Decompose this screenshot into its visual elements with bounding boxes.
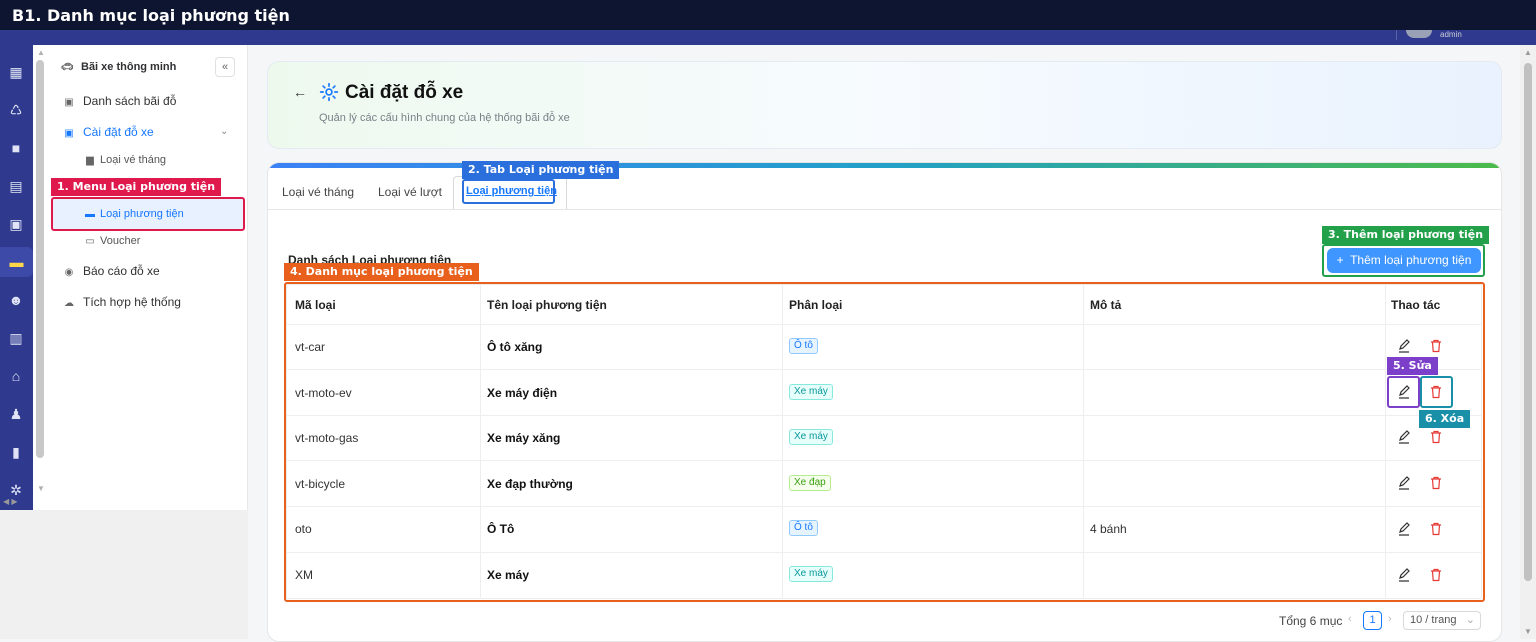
scroll-down-icon[interactable]: ▼: [1524, 627, 1532, 636]
annotation-box-tab: [462, 179, 555, 204]
annotation-box-table: [284, 282, 1485, 602]
icon-rail: ▦ ♺ ■ ▤ ▣ ▬ ☻ ▥ ⌂ ♟ ▮ ✲: [0, 45, 33, 510]
tab-divider: [268, 209, 1501, 210]
ticket-icon: ▭: [85, 236, 95, 247]
parking-icon: ▣: [64, 97, 74, 108]
annotation-box-menu: [51, 197, 245, 231]
chevron-left-icon[interactable]: ‹: [1348, 613, 1352, 625]
scroll-up-icon[interactable]: ▲: [37, 48, 45, 57]
city-icon[interactable]: ▥: [7, 329, 25, 347]
bar-chart-icon[interactable]: ▮: [7, 443, 25, 461]
chat-icon[interactable]: ■: [7, 139, 25, 157]
annotation-label-delete: 6. Xóa: [1419, 410, 1471, 428]
annotation-label-table: 4. Danh mục loại phương tiện: [284, 263, 479, 281]
cloud-icon: ☁︎: [64, 298, 74, 309]
calculator-icon[interactable]: ▤: [7, 177, 25, 195]
parking-icon: ▣: [64, 128, 74, 139]
header-divider: [1396, 30, 1397, 40]
recycle-icon[interactable]: ♺: [7, 101, 25, 119]
sidebar-scrollbar[interactable]: [36, 60, 44, 458]
back-arrow-icon[interactable]: ←: [293, 84, 307, 100]
sidebar-item-danh-sach[interactable]: ▣ Danh sách bãi đỗ: [63, 94, 176, 108]
page-title: Cài đặt đỗ xe: [345, 82, 464, 103]
gear-icon: [319, 82, 339, 102]
sidebar-item-cai-dat[interactable]: ▣ Cài đặt đỗ xe: [63, 125, 153, 139]
sidebar-item-loai-ve-thang[interactable]: ▆ Loại vé tháng: [84, 154, 166, 166]
scroll-up-icon[interactable]: ▲: [1524, 48, 1532, 57]
annotation-box-edit: [1387, 376, 1420, 408]
annotation-box-delete: [1420, 376, 1453, 408]
page-size-select[interactable]: 10 / trang ⌄: [1403, 611, 1481, 630]
car-icon[interactable]: ▬: [0, 247, 33, 277]
user-name[interactable]: admin: [1440, 30, 1462, 39]
sidebar-item-bai-xe[interactable]: 🚗︎ Bãi xe thông minh: [61, 61, 176, 73]
chevron-down-icon: ⌄: [1465, 614, 1475, 626]
scroll-down-icon[interactable]: ▼: [37, 484, 45, 493]
calendar-icon: ▆: [86, 155, 94, 166]
building-icon[interactable]: ▦: [7, 63, 25, 81]
window-titlebar: B1. Danh mục loại phương tiện: [0, 0, 1536, 30]
briefcase-icon[interactable]: ▣: [7, 215, 25, 233]
annotation-label-add: 3. Thêm loại phương tiện: [1322, 226, 1490, 244]
app-header: admin: [0, 30, 1536, 45]
tab-loai-ve-thang[interactable]: Loại vé tháng: [282, 185, 354, 199]
page-subtitle: Quản lý các cấu hình chung của hệ thống …: [319, 112, 570, 124]
user-icon[interactable]: ♟: [7, 405, 25, 423]
empty-area: [0, 510, 248, 639]
annotation-label-menu: 1. Menu Loại phương tiện: [51, 178, 222, 196]
annotation-label-edit: 5. Sửa: [1387, 357, 1438, 375]
chevron-right-icon[interactable]: ›: [1388, 613, 1392, 625]
horizontal-scroll-icon[interactable]: ◀ ▶: [3, 497, 18, 506]
sidebar-item-tich-hop[interactable]: ☁︎ Tích hợp hệ thống: [63, 295, 181, 309]
page-header-card: [267, 61, 1502, 149]
sidebar-item-voucher[interactable]: ▭ Voucher: [84, 235, 140, 247]
avatar[interactable]: [1406, 30, 1432, 38]
pagination-total: Tổng 6 mục: [1279, 614, 1343, 628]
car-icon: 🚗︎: [61, 62, 74, 73]
page-scroll-thumb[interactable]: [1524, 63, 1532, 581]
annotation-label-tab: 2. Tab Loại phương tiện: [462, 161, 620, 179]
collapse-sidebar-button[interactable]: «: [215, 57, 235, 77]
window-title: B1. Danh mục loại phương tiện: [12, 6, 290, 25]
tab-loai-ve-luot[interactable]: Loại vé lượt: [378, 185, 442, 199]
users-icon[interactable]: ☻: [7, 291, 25, 309]
page-number-button[interactable]: 1: [1363, 611, 1382, 630]
sidebar-item-bao-cao[interactable]: ◉ Báo cáo đỗ xe: [63, 264, 160, 278]
store-icon[interactable]: ⌂: [7, 367, 25, 385]
report-icon: ◉: [64, 267, 74, 278]
annotation-box-add: [1322, 244, 1485, 277]
chevron-down-icon[interactable]: ⌄: [220, 126, 228, 137]
